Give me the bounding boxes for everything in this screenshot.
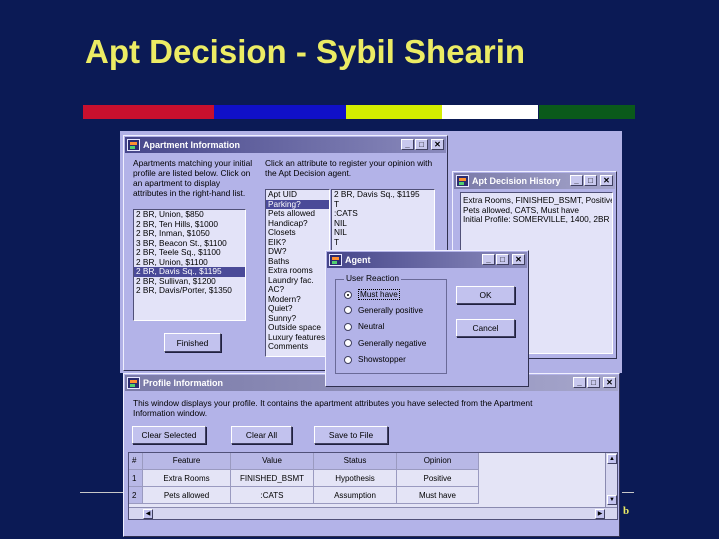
scroll-right-icon[interactable]: ▶ (595, 509, 605, 519)
save-to-file-button[interactable]: Save to File (314, 426, 388, 444)
row-number[interactable]: 1 (129, 470, 143, 487)
reaction-option-label: Generally negative (358, 338, 427, 348)
reaction-option-label: Neutral (358, 322, 385, 331)
attribute-list-item[interactable]: Comments (266, 341, 329, 352)
value-list-item[interactable]: :CATS (332, 208, 434, 219)
color-stripe (442, 105, 538, 119)
table-cell[interactable]: Pets allowed (143, 487, 231, 504)
clear-all-button[interactable]: Clear All (231, 426, 292, 444)
column-header[interactable]: # (129, 453, 143, 470)
ok-button[interactable]: OK (456, 286, 515, 304)
close-icon[interactable]: ✕ (603, 377, 616, 388)
close-icon[interactable]: ✕ (431, 139, 444, 150)
attributes-instructions: Click an attribute to register your opin… (265, 158, 433, 178)
app-icon (456, 175, 469, 187)
color-stripe (539, 105, 635, 119)
scroll-left-icon[interactable]: ◀ (143, 509, 153, 519)
reaction-option[interactable]: Showstopper (344, 355, 406, 364)
app-icon (329, 254, 342, 266)
horizontal-scrollbar[interactable]: ◀ ▶ (129, 507, 617, 519)
minimize-icon[interactable]: _ (482, 254, 495, 265)
value-list-item[interactable]: NIL (332, 218, 434, 229)
scroll-up-icon[interactable]: ▲ (607, 454, 617, 464)
column-header[interactable]: Status (314, 453, 397, 470)
table-cell[interactable]: :CATS (231, 487, 314, 504)
agent-titlebar[interactable]: Agent _ □ ✕ (327, 252, 527, 268)
column-header[interactable]: Feature (143, 453, 231, 470)
maximize-icon[interactable]: □ (415, 139, 428, 150)
app-icon (127, 377, 140, 389)
radio-button-icon[interactable] (344, 322, 352, 331)
reaction-option-label: Must have (358, 289, 400, 300)
apartment-list[interactable]: 2 BR, Union, $850 2 BR, Ten Hills, $1000 2… (133, 209, 246, 321)
reaction-option-label: Showstopper (358, 355, 406, 364)
minimize-icon[interactable]: _ (570, 175, 583, 186)
reaction-option[interactable]: Generally positive (344, 306, 423, 315)
close-icon[interactable]: ✕ (512, 254, 525, 265)
window-title: Apartment Information (143, 140, 241, 150)
scroll-down-icon[interactable]: ▼ (607, 495, 617, 505)
close-icon[interactable]: ✕ (600, 175, 613, 186)
app-icon (127, 139, 140, 151)
apartment-info-titlebar[interactable]: Apartment Information _ □ ✕ (125, 137, 446, 153)
cancel-button[interactable]: Cancel (456, 319, 515, 337)
clear-selected-button[interactable]: Clear Selected (132, 426, 206, 444)
profile-information-window: Profile Information _ □ ✕ This window di… (123, 373, 620, 537)
table-cell[interactable]: Hypothesis (314, 470, 397, 487)
radio-button-icon[interactable] (344, 339, 352, 347)
history-titlebar[interactable]: Apt Decision History _ □ ✕ (454, 173, 615, 189)
reaction-option[interactable]: Must have (344, 289, 400, 300)
maximize-icon[interactable]: □ (584, 175, 597, 186)
value-list-item[interactable]: NIL (332, 227, 434, 238)
apartment-list-item[interactable]: 2 BR, Davis/Porter, $1350 (134, 285, 245, 296)
minimize-icon[interactable]: _ (573, 377, 586, 388)
agent-dialog: Agent _ □ ✕ User Reaction OK Cancel Must… (325, 250, 529, 387)
window-title: Profile Information (143, 378, 224, 388)
apartments-instructions: Apartments matching your initial profile… (133, 158, 253, 198)
radio-button-icon[interactable] (344, 290, 352, 299)
slide-corner-letter: b (623, 505, 630, 517)
finished-button[interactable]: Finished (164, 333, 221, 352)
divider-line-left (80, 492, 126, 493)
table-cell[interactable]: Positive (397, 470, 479, 487)
row-number[interactable]: 2 (129, 487, 143, 504)
column-header[interactable]: Opinion (397, 453, 479, 470)
profile-description: This window displays your profile. It co… (133, 398, 533, 418)
slide-title: Apt Decision - Sybil Shearin (85, 33, 526, 70)
column-header[interactable]: Value (231, 453, 314, 470)
color-stripe (83, 105, 214, 119)
table-cell[interactable]: Assumption (314, 487, 397, 504)
radio-button-icon[interactable] (344, 355, 352, 364)
table-cell[interactable]: Must have (397, 487, 479, 504)
minimize-icon[interactable]: _ (401, 139, 414, 150)
history-entry[interactable]: Initial Profile: SOMERVILLE, 1400, 2BR (461, 214, 612, 225)
window-title: Apt Decision History (472, 176, 561, 186)
table-cell[interactable]: Extra Rooms (143, 470, 231, 487)
maximize-icon[interactable]: □ (496, 254, 509, 265)
maximize-icon[interactable]: □ (587, 377, 600, 388)
table-cell[interactable]: FINISHED_BSMT (231, 470, 314, 487)
user-reaction-label: User Reaction (344, 273, 402, 283)
attribute-list[interactable]: Apt UID Parking? Pets allowed Handicap? Clos… (265, 189, 330, 357)
window-title: Agent (345, 255, 371, 265)
value-list-item[interactable]: 2 BR, Davis Sq., $1195 (332, 190, 434, 200)
reaction-option-label: Generally positive (358, 305, 424, 315)
vertical-scrollbar[interactable]: ▲ ▼ (605, 453, 617, 507)
value-list-item[interactable]: T (332, 237, 434, 248)
reaction-option[interactable]: Generally negative (344, 339, 426, 348)
profile-table[interactable]: ▲ ▼ ◀ ▶ # Feature Value Status Opinion 1 Extra… (128, 452, 618, 520)
divider-line-right (622, 492, 634, 493)
color-stripe (346, 105, 442, 119)
color-stripe (214, 105, 346, 119)
radio-button-icon[interactable] (344, 306, 352, 314)
reaction-option[interactable]: Neutral (344, 322, 384, 331)
